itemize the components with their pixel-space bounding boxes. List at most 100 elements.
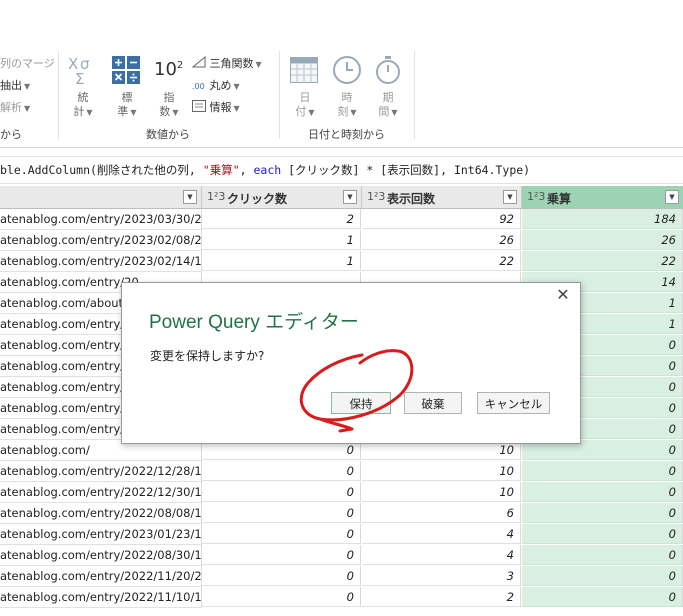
clicks-cell[interactable]: 0 [202, 482, 361, 502]
url-cell[interactable]: atenablog.com/entry/2023/02/08/232... [0, 230, 202, 251]
filter-dropdown-icon[interactable]: ▼ [343, 190, 357, 204]
table-row: atenablog.com/entry/2023/02/14/145...122… [0, 251, 683, 272]
table-row: atenablog.com/entry/2023/01/23/143...040 [0, 524, 683, 545]
table-row: atenablog.com/entry/2023/02/08/232...126… [0, 230, 683, 251]
column-title: 乗算 [547, 192, 572, 206]
table-row: atenablog.com/entry/2022/12/28/111...010… [0, 461, 683, 482]
product-cell[interactable]: 22 [522, 251, 683, 271]
product-cell[interactable]: 0 [522, 566, 683, 586]
information-button[interactable]: 情報 ▼ [192, 99, 240, 115]
table-row: atenablog.com/entry/2023/03/30/224...292… [0, 209, 683, 230]
calendar-icon [290, 57, 318, 83]
group-label-text: から [0, 128, 22, 141]
url-cell[interactable]: atenablog.com/entry/2022/11/10/142... [0, 587, 202, 608]
url-cell[interactable]: atenablog.com/entry/2022/08/08/142... [0, 503, 202, 524]
product-cell[interactable]: 0 [522, 503, 683, 523]
rounding-button[interactable]: .00 丸め ▼ [192, 77, 240, 93]
time-button[interactable]: 時 刻 ▼ [335, 91, 359, 120]
table-row: atenablog.com/entry/2022/08/30/145...040 [0, 545, 683, 566]
views-cell[interactable]: 2 [362, 587, 521, 607]
ribbon: 列のマージ 抽出 ▼ 解析 ▼ から X σ Σ 統 計 ▼ 標 準 ▼ 102 指 数… [0, 47, 683, 148]
column-title: 表示回数 [387, 192, 436, 206]
dialog-title: Power Query エディター [149, 312, 359, 333]
formula-text[interactable]: ble.AddColumn(削除された他の列, "乗算", each [クリック… [0, 162, 530, 178]
clock-icon [332, 55, 362, 85]
trigonometry-icon [191, 55, 206, 68]
clicks-cell[interactable]: 0 [202, 524, 361, 544]
duration-button[interactable]: 期 間 ▼ [376, 91, 400, 120]
column-header-url[interactable]: ▼ [0, 186, 202, 209]
views-cell[interactable]: 22 [362, 251, 521, 271]
parse-button[interactable]: 解析 ▼ [0, 99, 30, 115]
product-cell[interactable]: 0 [522, 545, 683, 565]
views-cell[interactable]: 4 [362, 524, 521, 544]
views-cell[interactable]: 26 [362, 230, 521, 250]
product-cell[interactable]: 26 [522, 230, 683, 250]
clicks-cell[interactable]: 0 [202, 566, 361, 586]
views-cell[interactable]: 4 [362, 545, 521, 565]
views-cell[interactable]: 6 [362, 503, 521, 523]
url-cell[interactable]: atenablog.com/entry/2022/11/20/224... [0, 566, 202, 587]
column-title: クリック数 [227, 192, 288, 206]
information-icon [192, 100, 206, 112]
table-row: atenablog.com/entry/2022/08/08/142...060 [0, 503, 683, 524]
merge-columns-button[interactable]: 列のマージ [0, 55, 55, 71]
filter-dropdown-icon[interactable]: ▼ [183, 190, 197, 204]
dialog-message: 変更を保持しますか? [150, 349, 265, 363]
ribbon-separator [414, 51, 415, 139]
views-cell[interactable]: 10 [362, 461, 521, 481]
standard-operators-icon [112, 56, 140, 84]
standard-button[interactable]: 標 準 ▼ [114, 91, 140, 120]
statistics-icon: X σ Σ [66, 55, 100, 88]
column-header-clicks[interactable]: 1²3 クリック数 ▼ [202, 186, 362, 209]
column-header-views[interactable]: 1²3 表示回数 ▼ [362, 186, 522, 209]
stopwatch-icon [375, 55, 401, 85]
table-row: atenablog.com/entry/2022/12/30/152...010… [0, 482, 683, 503]
clicks-cell[interactable]: 0 [202, 545, 361, 565]
number-type-icon[interactable]: 1²3 [367, 190, 385, 203]
url-cell[interactable]: atenablog.com/entry/2022/08/30/145... [0, 545, 202, 566]
formula-bar[interactable]: ble.AddColumn(削除された他の列, "乗算", each [クリック… [0, 156, 683, 184]
ribbon-separator [279, 51, 280, 139]
filter-dropdown-icon[interactable]: ▼ [665, 190, 679, 204]
date-button[interactable]: 日 付 ▼ [293, 91, 317, 120]
red-annotation-scribble [299, 349, 414, 433]
views-cell[interactable]: 3 [362, 566, 521, 586]
table-row: atenablog.com/entry/2022/11/10/142...020 [0, 587, 683, 608]
clicks-cell[interactable]: 2 [202, 209, 361, 229]
number-group-label: 数値から [146, 128, 190, 141]
number-type-icon[interactable]: 1²3 [207, 190, 225, 203]
product-cell[interactable]: 184 [522, 209, 683, 229]
cancel-button[interactable]: キャンセル [477, 392, 550, 414]
product-cell[interactable]: 0 [522, 587, 683, 607]
views-cell[interactable]: 92 [362, 209, 521, 229]
close-icon[interactable]: ✕ [554, 286, 572, 304]
datetime-group-label: 日付と時刻から [308, 128, 385, 141]
url-cell[interactable]: atenablog.com/entry/2023/03/30/224... [0, 209, 202, 230]
table-row: atenablog.com/entry/2022/11/20/224...030 [0, 566, 683, 587]
clicks-cell[interactable]: 1 [202, 230, 361, 250]
url-cell[interactable]: atenablog.com/entry/2023/02/14/145... [0, 251, 202, 272]
url-cell[interactable]: atenablog.com/entry/2022/12/28/111... [0, 461, 202, 482]
number-type-icon[interactable]: 1²3 [527, 190, 545, 203]
ribbon-separator [58, 51, 59, 139]
product-cell[interactable]: 0 [522, 482, 683, 502]
product-cell[interactable]: 0 [522, 461, 683, 481]
scientific-button[interactable]: 指 数 ▼ [156, 91, 182, 120]
filter-dropdown-icon[interactable]: ▼ [503, 190, 517, 204]
clicks-cell[interactable]: 0 [202, 503, 361, 523]
trigonometry-button[interactable]: 三角関数 ▼ [191, 55, 262, 71]
svg-text:Σ: Σ [75, 70, 84, 85]
rounding-icon: .00 [192, 82, 205, 91]
product-cell[interactable]: 0 [522, 524, 683, 544]
column-header-product[interactable]: 1²3 乗算 ▼ [522, 186, 683, 209]
views-cell[interactable]: 10 [362, 482, 521, 502]
url-cell[interactable]: atenablog.com/entry/2022/12/30/152... [0, 482, 202, 503]
clicks-cell[interactable]: 0 [202, 461, 361, 481]
scientific-icon: 102 [154, 59, 184, 80]
url-cell[interactable]: atenablog.com/entry/2023/01/23/143... [0, 524, 202, 545]
clicks-cell[interactable]: 0 [202, 587, 361, 607]
extract-button[interactable]: 抽出 ▼ [0, 77, 30, 93]
statistics-button[interactable]: 統 計 ▼ [72, 91, 94, 120]
clicks-cell[interactable]: 1 [202, 251, 361, 271]
